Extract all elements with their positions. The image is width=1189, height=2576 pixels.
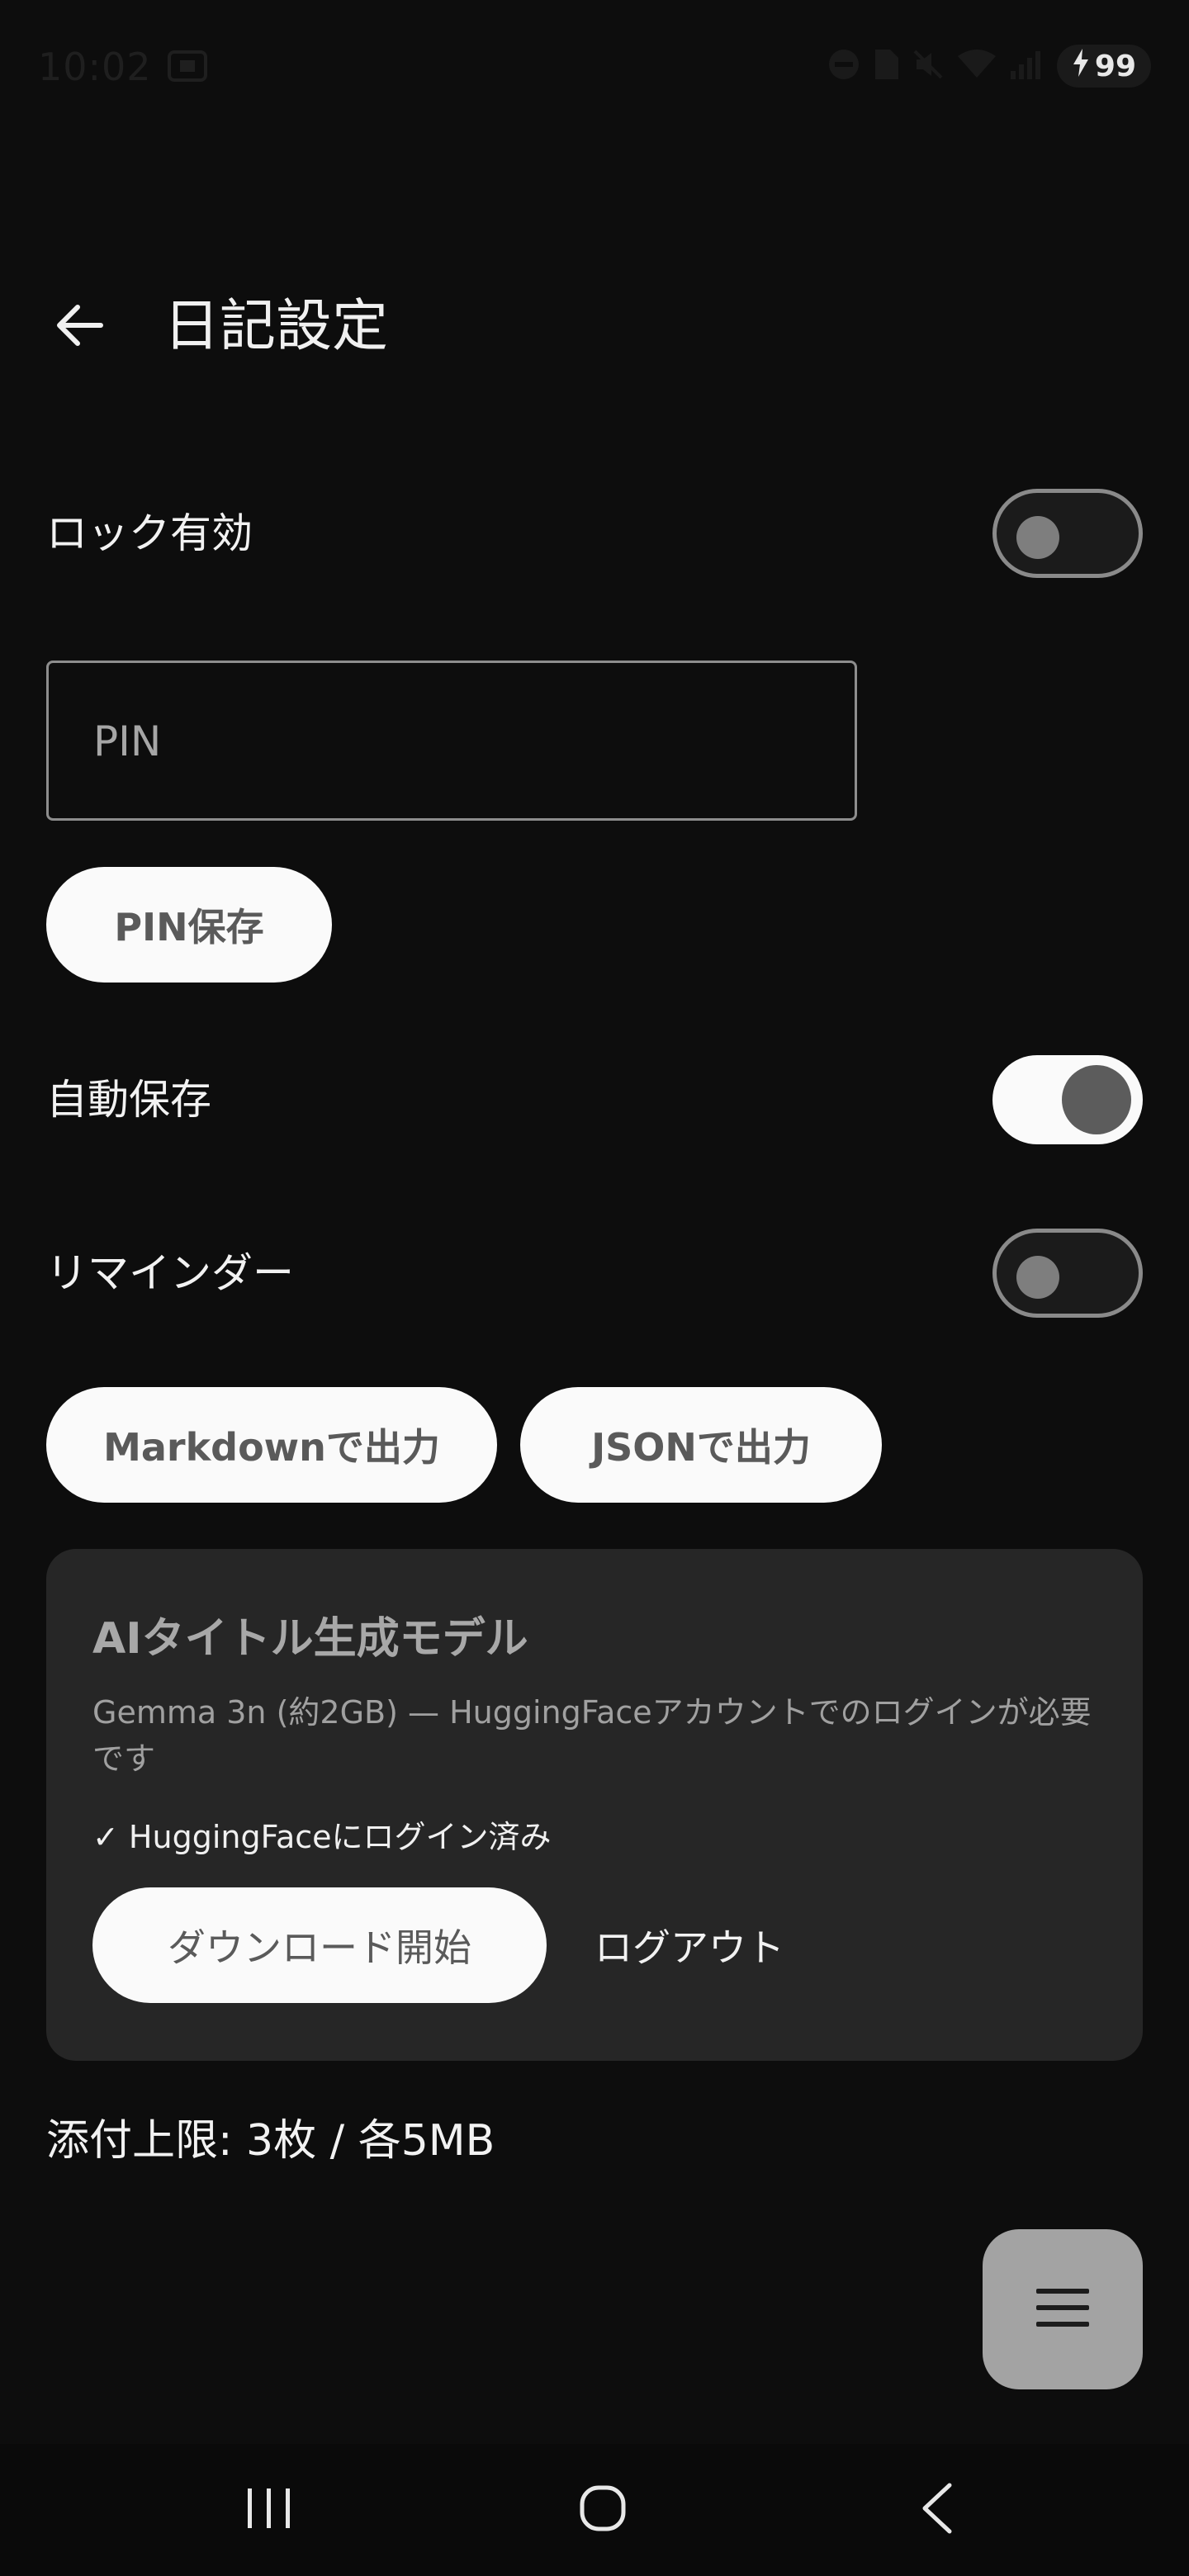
status-bar: 10:02 99 — [0, 0, 1189, 132]
export-json-label: JSONで出力 — [591, 1425, 811, 1470]
attachment-limit: 添付上限: 3枚 / 各5MB — [46, 2116, 495, 2166]
lock-switch[interactable] — [992, 489, 1143, 578]
ai-card-title: AIタイトル生成モデル — [92, 1614, 528, 1664]
export-markdown-button[interactable]: Markdownで出力 — [46, 1387, 497, 1503]
ai-card-description: Gemma 3n (約2GB) — HuggingFaceアカウントでのログイン… — [92, 1694, 1092, 1777]
sim-icon — [872, 48, 900, 84]
battery-indicator: 99 — [1056, 45, 1151, 88]
switch-thumb — [1016, 1256, 1059, 1299]
download-button[interactable]: ダウンロード開始 — [92, 1887, 547, 2003]
menu-fab[interactable] — [983, 2229, 1143, 2389]
nav-home-button[interactable] — [537, 2444, 669, 2576]
autosave-setting-row: 自動保存 — [46, 1050, 1143, 1149]
reminder-label: リマインダー — [46, 1249, 294, 1297]
switch-thumb — [1016, 516, 1059, 559]
lock-label: ロック有効 — [46, 509, 253, 557]
export-json-button[interactable]: JSONで出力 — [520, 1387, 882, 1503]
pin-save-label: PIN保存 — [114, 905, 264, 949]
reminder-switch[interactable] — [992, 1229, 1143, 1318]
pin-save-button[interactable]: PIN保存 — [46, 867, 332, 983]
back-icon — [918, 2482, 955, 2538]
status-time: 10:02 — [38, 45, 152, 89]
signal-icon — [1009, 48, 1045, 84]
login-status: ✓ HuggingFaceにログイン済み — [92, 1819, 552, 1855]
mute-icon — [912, 48, 945, 84]
arrow-left-icon — [53, 299, 106, 355]
charging-icon — [1072, 48, 1090, 84]
battery-level: 99 — [1094, 49, 1136, 83]
page-title: 日記設定 — [163, 294, 389, 359]
logout-button[interactable]: ログアウト — [594, 1887, 784, 2003]
system-nav-bar — [0, 2444, 1189, 2576]
top-app-bar: 日記設定 — [0, 272, 1189, 380]
export-markdown-label: Markdownで出力 — [103, 1425, 440, 1470]
ai-model-card: AIタイトル生成モデル Gemma 3n (約2GB) — HuggingFac… — [46, 1549, 1143, 2061]
lock-setting-row: ロック有効 — [46, 484, 1143, 583]
pin-placeholder: PIN — [93, 717, 162, 765]
switch-thumb — [1062, 1065, 1131, 1134]
autosave-label: 自動保存 — [46, 1076, 211, 1124]
download-label: ダウンロード開始 — [168, 1925, 471, 1970]
dnd-icon — [827, 48, 860, 84]
recents-icon — [244, 2485, 294, 2535]
wifi-icon — [956, 48, 997, 84]
autosave-switch[interactable] — [992, 1055, 1143, 1144]
nav-recents-button[interactable] — [203, 2444, 335, 2576]
screenshot-icon — [167, 50, 208, 83]
pin-input[interactable]: PIN — [46, 661, 857, 821]
menu-icon — [1035, 2287, 1091, 2332]
logout-label: ログアウト — [594, 1925, 784, 1970]
back-button[interactable] — [46, 294, 112, 360]
reminder-setting-row: リマインダー — [46, 1224, 1143, 1323]
nav-back-button[interactable] — [870, 2444, 1002, 2576]
home-icon — [578, 2484, 628, 2536]
status-icons: 99 — [827, 43, 1151, 89]
